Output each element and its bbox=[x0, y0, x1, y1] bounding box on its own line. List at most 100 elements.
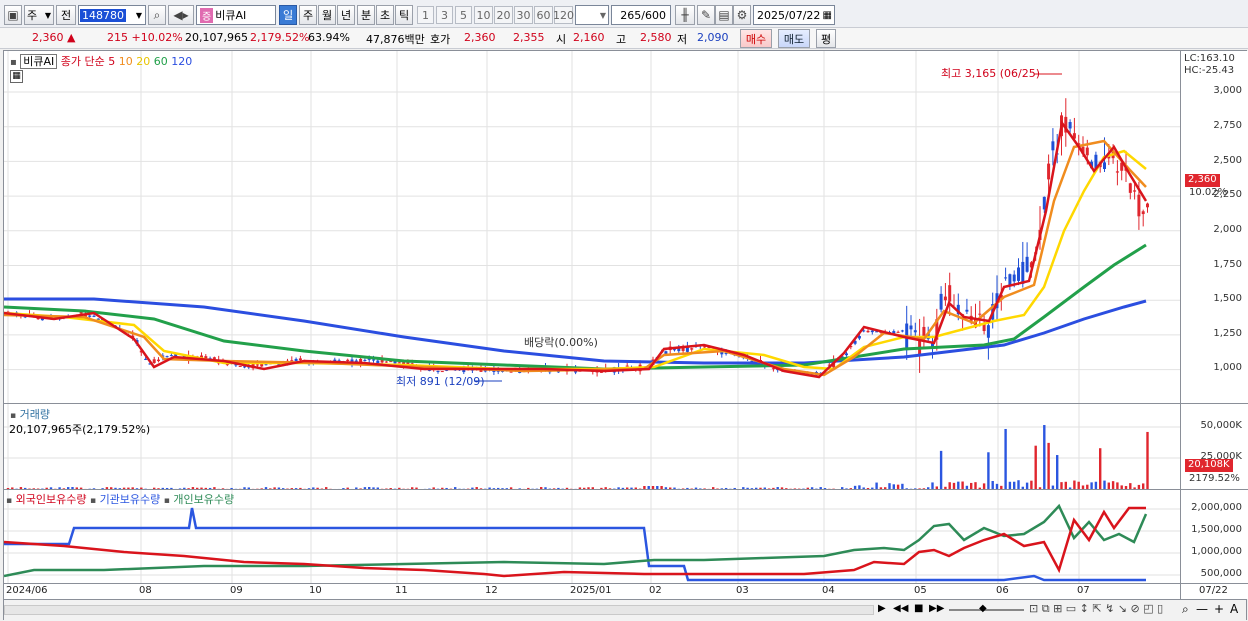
volume-bar bbox=[987, 452, 990, 489]
period-day[interactable]: 일 bbox=[279, 5, 297, 25]
date-input[interactable]: 2025/07/22 ▦ bbox=[753, 5, 835, 25]
window-menu-icon[interactable]: ▣ bbox=[4, 5, 22, 25]
sell-button[interactable]: 매도 bbox=[778, 29, 810, 48]
search-icon[interactable]: ⌕ bbox=[1182, 602, 1189, 617]
legend-ma5[interactable]: 5 bbox=[108, 55, 115, 68]
candle-body bbox=[1012, 274, 1016, 282]
y-tick: 50,000K bbox=[1200, 420, 1242, 431]
holding-axis[interactable]: 2,000,000 1,500,000 1,000,000 500,000 bbox=[1180, 489, 1248, 583]
volume-plot[interactable] bbox=[4, 404, 1180, 489]
stop-icon[interactable]: ■ bbox=[914, 603, 923, 614]
pct-tag: 10.02% bbox=[1189, 187, 1228, 198]
interval-60[interactable]: 60 bbox=[534, 6, 553, 24]
volume-summary: 20,107,965주(2,179.52%) bbox=[9, 423, 151, 436]
font-size-icon[interactable]: A bbox=[1230, 602, 1238, 616]
stock-name-field[interactable]: 증 비큐AI bbox=[196, 5, 276, 25]
volume-axis[interactable]: 50,000K 25,000K 20,108K 2179.52% bbox=[1180, 403, 1248, 489]
candle-body bbox=[440, 371, 444, 373]
horizontal-scrollbar[interactable] bbox=[4, 605, 874, 615]
volume-title[interactable]: 거래량 bbox=[20, 408, 50, 421]
calendar-icon[interactable]: ▦ bbox=[823, 10, 832, 21]
x-tick: 11 bbox=[395, 585, 408, 596]
y-tick: 2,750 bbox=[1213, 120, 1242, 131]
candle-body bbox=[625, 365, 629, 367]
interval-10[interactable]: 10 bbox=[474, 6, 493, 24]
legend-individual[interactable]: 개인보유수량 bbox=[173, 493, 234, 506]
candle-body bbox=[943, 296, 947, 301]
candle-body bbox=[1133, 190, 1137, 192]
interval-5[interactable]: 5 bbox=[455, 6, 472, 24]
chart-tools-icon[interactable]: ⊡ ⧉ ⊞ ▭ ↕ ⇱ ↯ ↘ ⊘ ◰ ▯ bbox=[1029, 602, 1163, 616]
interval-3[interactable]: 3 bbox=[436, 6, 453, 24]
legend-institution[interactable]: 기관보유수량 bbox=[100, 493, 161, 506]
y-tick: 1,000,000 bbox=[1191, 546, 1242, 557]
first-icon[interactable]: ◀◀ bbox=[893, 603, 908, 614]
period-second[interactable]: 초 bbox=[376, 5, 394, 25]
holding-pane[interactable]: ▪ 외국인보유수량 ▪ 기관보유수량 ▪ 개인보유수량 bbox=[4, 489, 1180, 583]
volume-bar bbox=[961, 481, 964, 489]
volume-bar bbox=[1060, 482, 1063, 489]
candle-body bbox=[1146, 203, 1149, 208]
period-tick[interactable]: 틱 bbox=[395, 5, 413, 25]
search-icon[interactable]: ⌕ bbox=[148, 5, 166, 25]
legend-box-icon: ▪ bbox=[10, 57, 17, 68]
prev-button[interactable]: 전 bbox=[56, 5, 76, 25]
volume-bar bbox=[1103, 480, 1106, 489]
candle-body bbox=[1047, 163, 1051, 180]
candle-body bbox=[690, 348, 694, 350]
interval-20[interactable]: 20 bbox=[494, 6, 513, 24]
low-label: 저 bbox=[677, 33, 688, 46]
volume-bar bbox=[1146, 431, 1149, 489]
legend-foreign[interactable]: 외국인보유수량 bbox=[16, 493, 87, 506]
open-label: 시 bbox=[556, 33, 567, 46]
candle-body bbox=[152, 359, 156, 363]
interval-30[interactable]: 30 bbox=[514, 6, 533, 24]
count-input[interactable]: 265/600 bbox=[611, 5, 671, 25]
scroll-right-icon[interactable]: ▶ bbox=[878, 603, 886, 614]
candle-body bbox=[255, 364, 259, 366]
zoom-in-icon[interactable]: + bbox=[1214, 602, 1224, 616]
average-button[interactable]: 평 bbox=[816, 29, 836, 48]
chevron-down-icon[interactable]: ▼ bbox=[136, 11, 142, 20]
candle-body bbox=[243, 366, 246, 368]
legend-ma60[interactable]: 60 bbox=[154, 55, 168, 68]
save-icon[interactable]: ▤ bbox=[715, 5, 733, 25]
volume-value: 20,107,965 bbox=[185, 31, 248, 44]
price-axis[interactable]: LC:163.10 HC:-25.43 3,000 2,750 2,500 2,… bbox=[1180, 51, 1248, 403]
price-pane[interactable]: ▪ 비큐AI 종가 단순 5 10 20 60 120 ▦ 최고 3,165 (… bbox=[4, 51, 1180, 403]
sound-icon[interactable]: ◀▸ bbox=[168, 5, 194, 25]
draw-tool-icon[interactable]: ✎ bbox=[697, 5, 715, 25]
candle-type-icon[interactable]: ╫ bbox=[675, 5, 695, 25]
y-tick: 1,500,000 bbox=[1191, 524, 1242, 535]
gear-icon[interactable]: ⚙ bbox=[733, 5, 751, 25]
interval-120[interactable]: 120 bbox=[553, 6, 574, 24]
legend-ma120[interactable]: 120 bbox=[171, 55, 192, 68]
stock-code-input[interactable]: 148780 ▼ bbox=[78, 5, 146, 25]
volume-pane[interactable]: ▪ 거래량 20,107,965주(2,179.52%) bbox=[4, 403, 1180, 489]
period-week[interactable]: 주 bbox=[299, 5, 317, 25]
legend-ma10[interactable]: 10 bbox=[119, 55, 133, 68]
candle-body bbox=[965, 309, 969, 312]
legend-stock[interactable]: 비큐AI bbox=[20, 54, 58, 69]
x-tick: 05 bbox=[914, 585, 927, 596]
custom-interval-select[interactable]: ▼ bbox=[575, 5, 609, 25]
zoom-out-icon[interactable]: — bbox=[1196, 602, 1208, 616]
candle-body bbox=[1008, 274, 1012, 285]
candle-body bbox=[1137, 194, 1141, 217]
candle-body bbox=[900, 330, 904, 332]
market-select[interactable]: 주 ▼ bbox=[24, 5, 54, 25]
buy-button[interactable]: 매수 bbox=[740, 29, 772, 48]
table-toggle-icon[interactable]: ▦ bbox=[10, 70, 23, 83]
period-month[interactable]: 월 bbox=[318, 5, 336, 25]
legend-ma20[interactable]: 20 bbox=[136, 55, 150, 68]
zoom-handle-icon[interactable]: ◆ bbox=[979, 603, 987, 614]
x-tick: 02 bbox=[649, 585, 662, 596]
chart-area[interactable]: ▪ 비큐AI 종가 단순 5 10 20 60 120 ▦ 최고 3,165 (… bbox=[3, 50, 1248, 621]
period-minute[interactable]: 분 bbox=[357, 5, 375, 25]
last-icon[interactable]: ▶▶ bbox=[929, 603, 944, 614]
price-plot[interactable] bbox=[4, 51, 1180, 403]
interval-1[interactable]: 1 bbox=[417, 6, 434, 24]
candle-body bbox=[948, 285, 952, 302]
period-year[interactable]: 년 bbox=[337, 5, 355, 25]
candle-body bbox=[384, 361, 388, 363]
